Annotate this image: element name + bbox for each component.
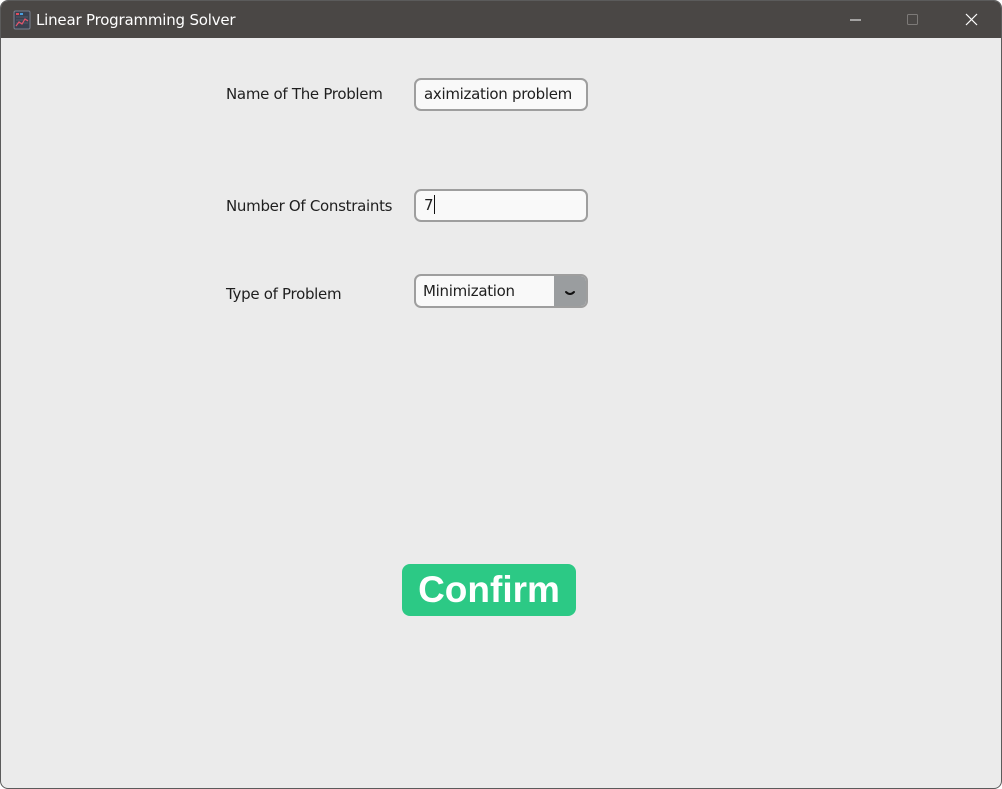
constraints-label: Number Of Constraints [226, 197, 393, 215]
confirm-button[interactable]: Confirm [402, 564, 576, 616]
close-icon [965, 13, 978, 26]
minimize-icon [850, 19, 861, 21]
chart-app-icon [13, 10, 31, 30]
maximize-icon [907, 14, 918, 25]
app-window: Linear Programming Solver Name of The Pr… [0, 0, 1002, 789]
problem-type-dropdown[interactable]: Minimization [414, 274, 588, 308]
text-cursor [434, 194, 436, 214]
problem-name-label: Name of The Problem [226, 85, 383, 103]
title-bar[interactable]: Linear Programming Solver [1, 1, 1001, 38]
constraints-value: 7 [424, 196, 434, 214]
problem-name-value: aximization problem [424, 85, 572, 103]
dropdown-button[interactable] [554, 276, 586, 306]
problem-type-value: Minimization [423, 282, 515, 300]
problem-type-label: Type of Problem [226, 285, 342, 303]
constraints-input[interactable]: 7 [414, 189, 588, 222]
problem-name-input[interactable]: aximization problem [414, 78, 588, 111]
minimize-button[interactable] [826, 1, 884, 38]
maximize-button[interactable] [884, 1, 942, 38]
window-title: Linear Programming Solver [36, 11, 236, 29]
chevron-down-icon [565, 291, 575, 295]
close-button[interactable] [942, 1, 1000, 38]
